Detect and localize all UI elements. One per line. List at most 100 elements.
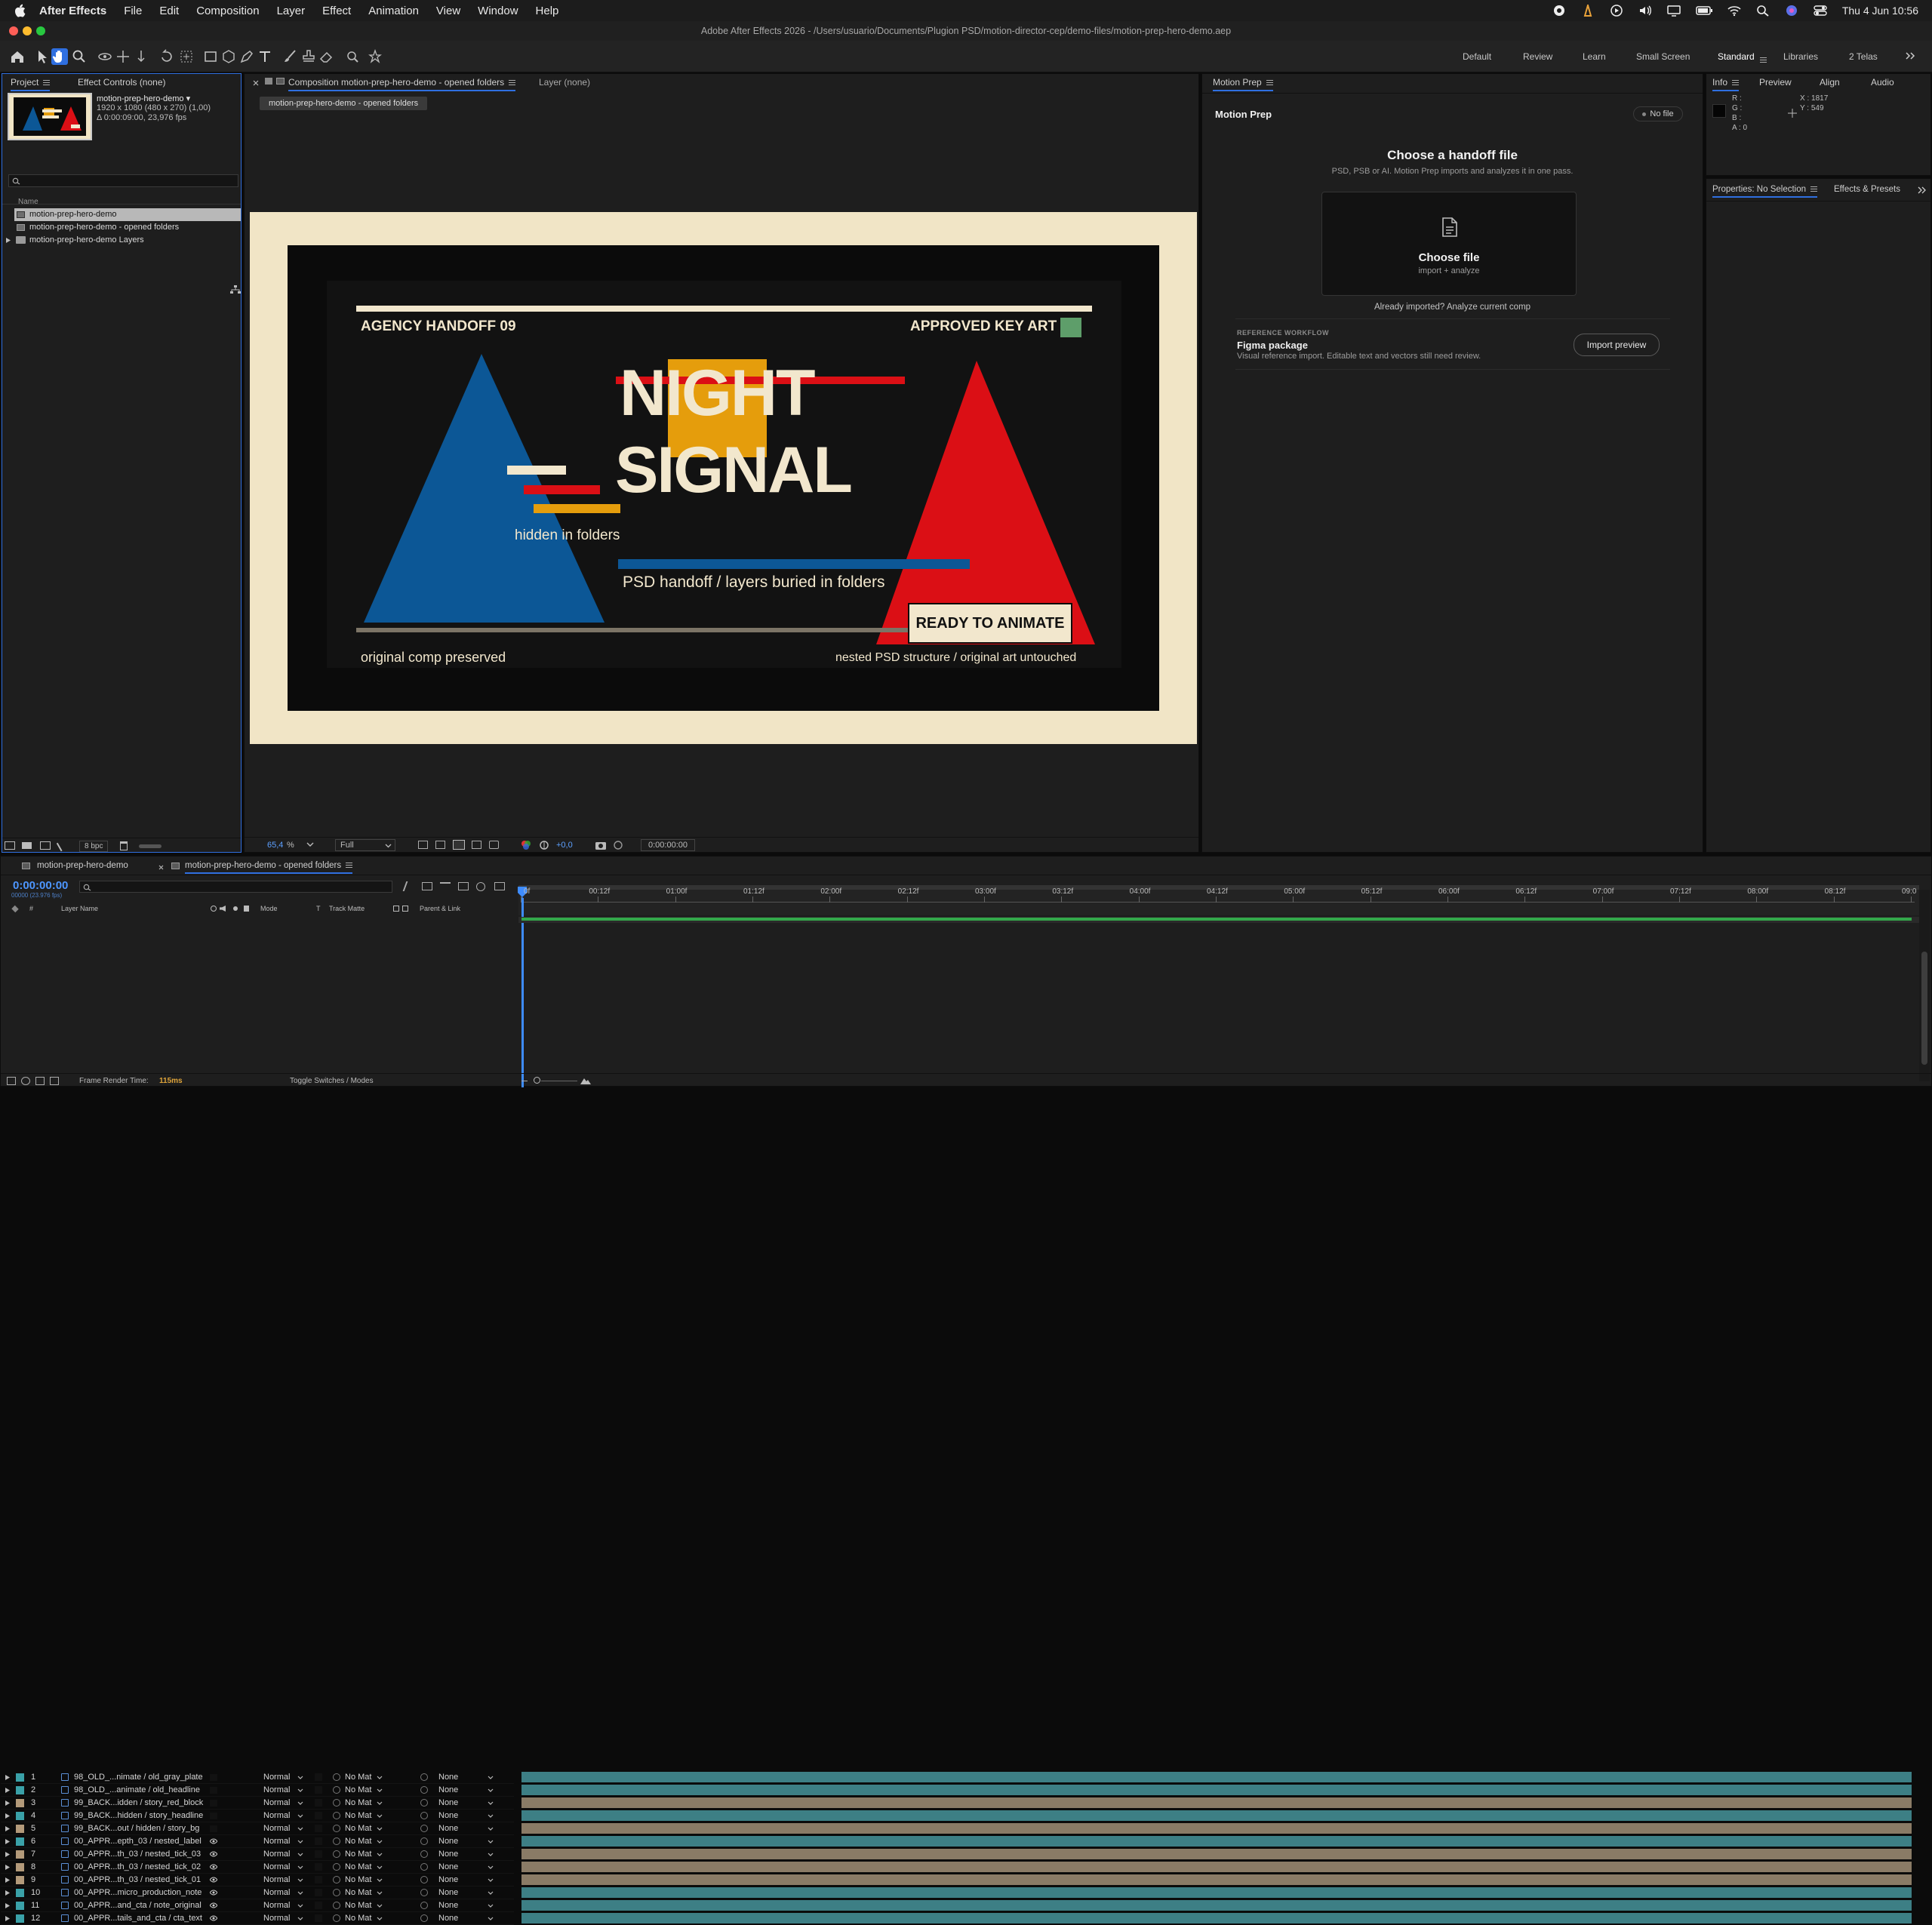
parent-pickwhip-icon[interactable]	[420, 1786, 428, 1794]
draft-3d-icon[interactable]	[402, 881, 414, 891]
layer-name[interactable]: 00_APPR...th_03 / nested_tick_03	[74, 1848, 201, 1861]
display-icon[interactable]	[1667, 5, 1681, 17]
close-window-button[interactable]	[9, 26, 18, 35]
timeline-layer-row[interactable]: 11 00_APPR...and_cta / note_original Norma…	[1, 1899, 514, 1912]
in-out-icon[interactable]	[35, 1077, 45, 1085]
info-menu-icon[interactable]	[1732, 80, 1740, 86]
chevron-down-icon[interactable]	[488, 1865, 494, 1869]
expand-layer-icon[interactable]	[5, 1903, 10, 1908]
chevron-down-icon[interactable]	[297, 1865, 303, 1869]
pan-behind-tool-icon[interactable]	[178, 48, 195, 65]
chevron-down-icon[interactable]	[488, 1878, 494, 1882]
guides-icon[interactable]	[472, 841, 481, 849]
matte-pickwhip-icon[interactable]	[333, 1876, 340, 1883]
preserve-transparency-box[interactable]	[315, 1837, 322, 1845]
parent-pickwhip-icon[interactable]	[420, 1812, 428, 1819]
expand-layer-icon[interactable]	[5, 1839, 10, 1844]
parent-pickwhip-icon[interactable]	[420, 1902, 428, 1909]
comp-timecode[interactable]: 0:00:00:00	[641, 839, 695, 851]
matte-pickwhip-icon[interactable]	[333, 1850, 340, 1858]
expand-layer-icon[interactable]	[5, 1852, 10, 1857]
timeline-layer-row[interactable]: 3 99_BACK...idden / story_red_block Normal…	[1, 1797, 514, 1810]
timeline-layer-row[interactable]: 5 99_BACK...out / hidden / story_bg Normal…	[1, 1822, 514, 1835]
trash-icon[interactable]	[120, 841, 128, 850]
region-of-interest-icon[interactable]	[418, 841, 428, 849]
menu-effect[interactable]: Effect	[322, 5, 351, 17]
layer-switches-icon[interactable]	[7, 1077, 16, 1085]
column-parent-link[interactable]: Parent & Link	[420, 905, 460, 912]
chevron-down-icon[interactable]	[377, 1878, 383, 1882]
matte-pickwhip-icon[interactable]	[333, 1863, 340, 1871]
chevron-down-icon[interactable]	[297, 1801, 303, 1805]
siri-icon[interactable]	[1785, 5, 1798, 17]
layer-duration-bar[interactable]	[521, 1810, 1912, 1821]
zoom-slider-handle[interactable]	[534, 1077, 540, 1084]
preserve-transparency-box[interactable]	[315, 1773, 322, 1781]
preserve-transparency-box[interactable]	[315, 1876, 322, 1883]
app-menu[interactable]: After Effects	[39, 5, 106, 17]
preserve-underlying-icon[interactable]	[402, 906, 408, 912]
layer-name[interactable]: 99_BACK...out / hidden / story_bg	[74, 1822, 199, 1835]
tab-project[interactable]: Project	[11, 77, 51, 91]
layer-name[interactable]: 99_BACK...hidden / story_headline	[74, 1810, 203, 1822]
layer-name[interactable]: 98_OLD_...nimate / old_gray_plate	[74, 1771, 203, 1784]
label-color-swatch[interactable]	[16, 1812, 24, 1820]
preserve-transparency-box[interactable]	[315, 1786, 322, 1794]
view-options-icon[interactable]	[489, 841, 499, 849]
chevron-down-icon[interactable]	[377, 1827, 383, 1831]
label-color-swatch[interactable]	[16, 1837, 24, 1846]
layer-name[interactable]: 00_APPR...epth_03 / nested_label	[74, 1835, 202, 1848]
chevron-down-icon[interactable]	[297, 1827, 303, 1831]
expand-layer-icon[interactable]	[5, 1813, 10, 1819]
preserve-transparency-box[interactable]	[315, 1799, 322, 1807]
orbit-camera-tool-icon[interactable]	[97, 48, 113, 65]
expand-layer-icon[interactable]	[5, 1890, 10, 1896]
new-composition-icon[interactable]	[40, 841, 51, 850]
label-color-swatch[interactable]	[16, 1914, 24, 1923]
matte-pickwhip-icon[interactable]	[333, 1799, 340, 1807]
matte-pickwhip-icon[interactable]	[333, 1902, 340, 1909]
chevron-down-icon[interactable]	[377, 1776, 383, 1779]
menu-view[interactable]: View	[436, 5, 460, 17]
interpret-footage-icon[interactable]	[5, 841, 15, 850]
preserve-transparency-box[interactable]	[315, 1812, 322, 1819]
new-folder-icon[interactable]	[22, 842, 32, 849]
preserve-transparency-box[interactable]	[315, 1902, 322, 1909]
menu-help[interactable]: Help	[536, 5, 559, 17]
parent-pickwhip-icon[interactable]	[420, 1863, 428, 1871]
bpc-button[interactable]: 8 bpc	[79, 841, 109, 852]
chevron-down-icon[interactable]	[488, 1814, 494, 1818]
battery-icon[interactable]	[1696, 5, 1712, 17]
layer-duration-bar[interactable]	[521, 1823, 1912, 1834]
timeline-layer-row[interactable]: 6 00_APPR...epth_03 / nested_label Normal N…	[1, 1835, 514, 1848]
panel-overflow-icon[interactable]	[1918, 186, 1927, 194]
preserve-transparency-box[interactable]	[315, 1889, 322, 1896]
zoom-window-button[interactable]	[36, 26, 45, 35]
rotation-tool-icon[interactable]	[158, 48, 175, 65]
project-item-folder[interactable]: motion-prep-hero-demo Layers	[5, 234, 241, 247]
chevron-down-icon[interactable]	[297, 1788, 303, 1792]
chevron-down-icon[interactable]	[377, 1788, 383, 1792]
puppet-pin-tool-icon[interactable]	[367, 48, 383, 65]
chevron-down-icon[interactable]	[297, 1917, 303, 1920]
column-layer-name[interactable]: Layer Name	[61, 905, 98, 912]
chevron-down-icon[interactable]	[488, 1827, 494, 1831]
tab-composition[interactable]: Composition motion-prep-hero-demo - open…	[288, 77, 516, 91]
layer-duration-bar[interactable]	[521, 1836, 1912, 1847]
expand-layer-icon[interactable]	[5, 1826, 10, 1831]
chevron-down-icon[interactable]	[488, 1904, 494, 1908]
zoom-in-mountain-icon[interactable]	[580, 1077, 591, 1084]
label-color-swatch[interactable]	[16, 1799, 24, 1807]
chevron-down-icon[interactable]	[377, 1853, 383, 1856]
chevron-down-icon[interactable]	[377, 1917, 383, 1920]
timeline-layer-row[interactable]: 9 00_APPR...th_03 / nested_tick_01 Normal N…	[1, 1874, 514, 1887]
resolution-select[interactable]: Full	[335, 839, 395, 851]
column-t[interactable]: T	[316, 905, 321, 912]
motion-blur-icon[interactable]	[476, 882, 485, 891]
expand-layer-icon[interactable]	[5, 1865, 10, 1870]
comp-menu-icon[interactable]	[509, 80, 516, 86]
label-color-swatch[interactable]	[16, 1825, 24, 1833]
workspace-2-telas[interactable]: 2 Telas	[1849, 51, 1878, 62]
workspace-overflow-icon[interactable]	[1905, 51, 1915, 60]
comp-breadcrumb[interactable]: motion-prep-hero-demo - opened folders	[260, 97, 428, 110]
